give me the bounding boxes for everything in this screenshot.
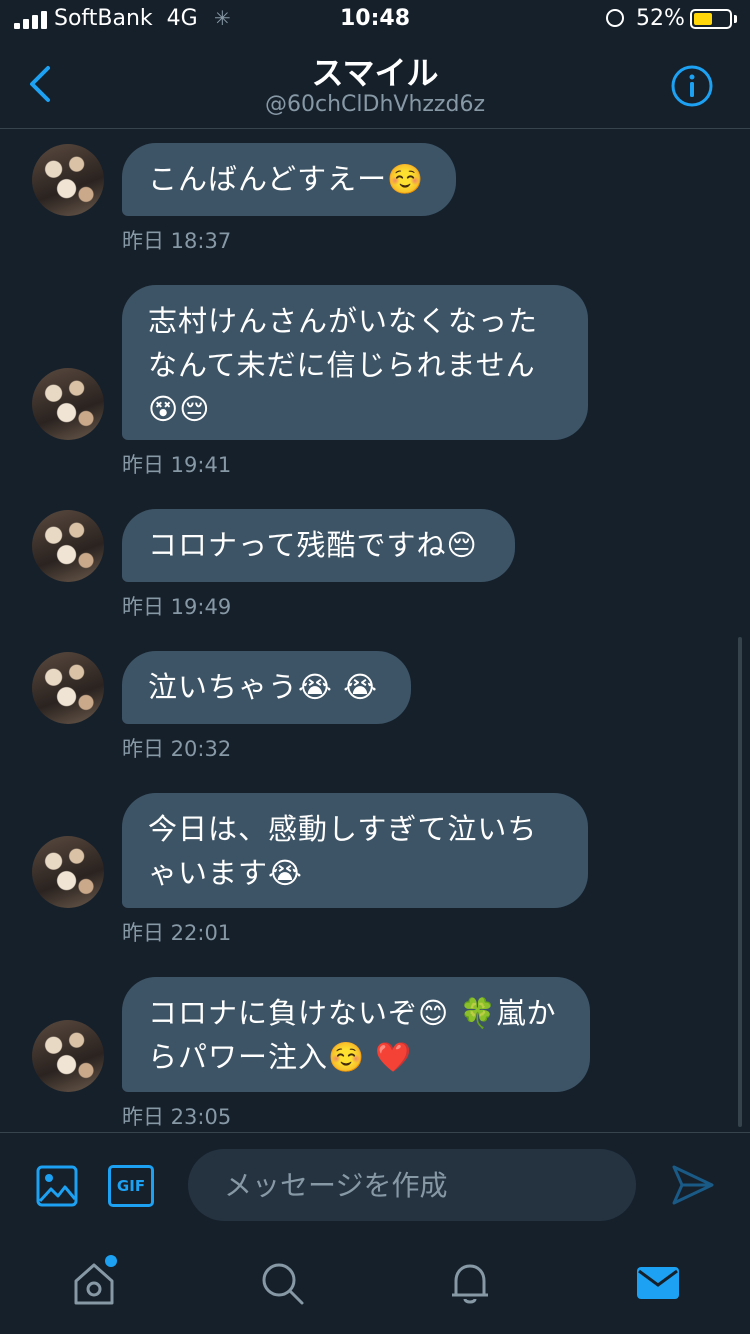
avatar[interactable] <box>32 510 104 582</box>
status-bar: SoftBank 4G ✳ 10:48 52% <box>0 0 750 40</box>
battery-percent: 52% <box>636 6 685 31</box>
conversation-header: スマイル @60chClDhVhzzd6z <box>0 40 750 129</box>
search-icon[interactable] <box>258 1259 306 1307</box>
image-icon[interactable] <box>36 1165 78 1207</box>
message-timestamp: 昨日 19:41 <box>122 453 232 477</box>
message-input[interactable] <box>188 1149 636 1221</box>
message-bubble[interactable]: 泣いちゃう😭 😭 <box>122 651 411 724</box>
avatar[interactable] <box>32 652 104 724</box>
bell-icon[interactable] <box>446 1259 494 1307</box>
avatar[interactable] <box>32 368 104 440</box>
tab-bar <box>0 1237 750 1334</box>
avatar[interactable] <box>32 836 104 908</box>
compose-bar: GIF <box>0 1132 750 1237</box>
message-timestamp: 昨日 23:05 <box>122 1105 232 1129</box>
message-bubble[interactable]: コロナに負けないぞ😊 🍀嵐からパワー注入☺️ ❤️ <box>122 977 590 1092</box>
message-timestamp: 昨日 19:49 <box>122 595 232 619</box>
orientation-lock-icon <box>606 9 624 27</box>
message-bubble[interactable]: 今日は、感動しすぎて泣いちゃいます😭 <box>122 793 588 908</box>
scrollbar[interactable] <box>738 637 742 1127</box>
message-bubble[interactable]: こんばんどすえー☺️ <box>122 143 456 216</box>
message-timestamp: 昨日 20:32 <box>122 737 232 761</box>
send-icon[interactable] <box>670 1163 716 1207</box>
message-list[interactable]: こんばんどすえー☺️ 昨日 18:37 志村けんさんがいなくなったなんて未だに信… <box>0 129 750 1132</box>
mail-icon[interactable] <box>634 1259 682 1307</box>
gif-button[interactable]: GIF <box>108 1165 154 1207</box>
message-timestamp: 昨日 22:01 <box>122 921 232 945</box>
conversation-handle: @60chClDhVhzzd6z <box>265 92 485 117</box>
avatar[interactable] <box>32 144 104 216</box>
notification-dot <box>105 1255 117 1267</box>
message-bubble[interactable]: コロナって残酷ですね😔 <box>122 509 515 582</box>
message-bubble[interactable]: 志村けんさんがいなくなったなんて未だに信じられません😵😔 <box>122 285 588 440</box>
info-icon[interactable] <box>670 64 714 108</box>
avatar[interactable] <box>32 1020 104 1092</box>
battery-icon <box>690 9 732 29</box>
message-timestamp: 昨日 18:37 <box>122 229 232 253</box>
conversation-title: スマイル <box>311 54 439 92</box>
